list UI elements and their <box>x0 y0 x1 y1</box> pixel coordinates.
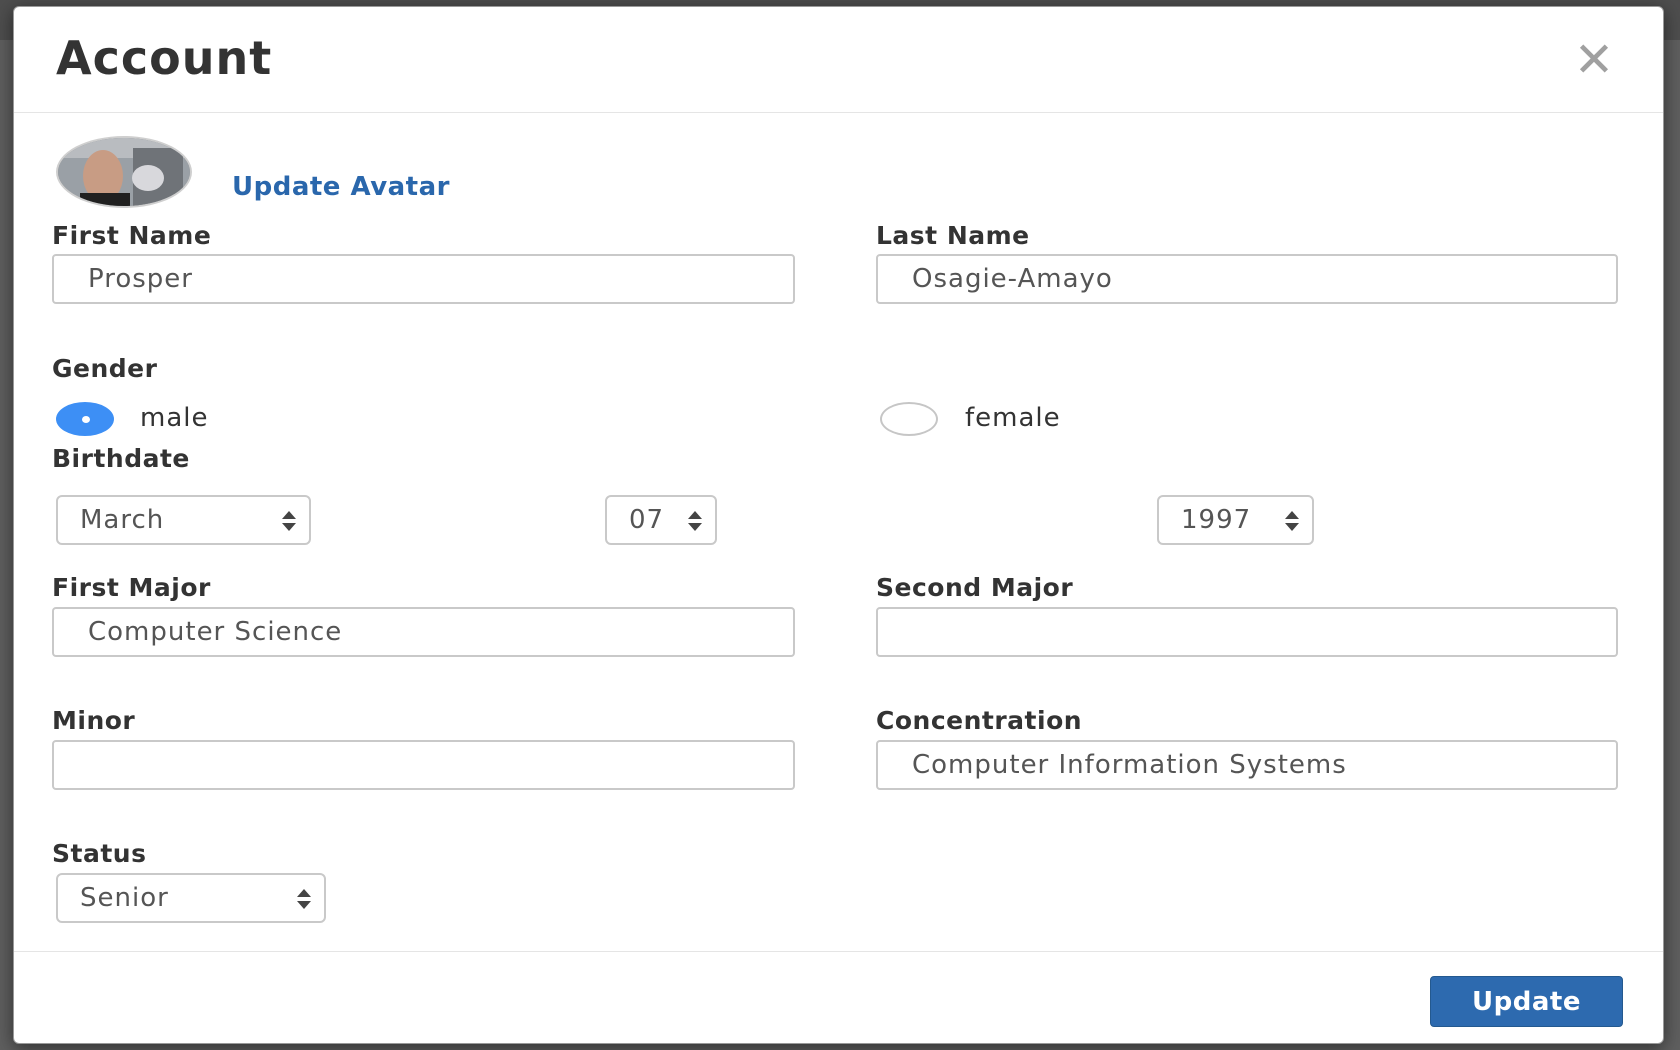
modal-title: Account <box>56 31 273 85</box>
birthdate-day-select[interactable]: 07 <box>605 495 717 545</box>
birthdate-day-value: 07 <box>629 505 665 535</box>
minor-label: Minor <box>52 706 136 735</box>
gender-female-label[interactable]: female <box>965 403 1061 433</box>
concentration-input[interactable]: Computer Information Systems <box>876 740 1618 790</box>
birthdate-year-select[interactable]: 1997 <box>1157 495 1314 545</box>
birthdate-year-value: 1997 <box>1181 505 1252 535</box>
select-arrows-icon <box>688 511 702 531</box>
gender-female-radio[interactable] <box>880 402 938 436</box>
status-select[interactable]: Senior <box>56 873 326 923</box>
gender-male-label[interactable]: male <box>140 403 208 433</box>
first-major-value: Computer Science <box>88 617 343 647</box>
select-arrows-icon <box>282 511 296 531</box>
birthdate-month-value: March <box>80 505 165 535</box>
birthdate-month-select[interactable]: March <box>56 495 311 545</box>
last-name-label: Last Name <box>876 221 1030 250</box>
second-major-label: Second Major <box>876 573 1074 602</box>
last-name-value: Osagie-Amayo <box>912 264 1113 294</box>
close-button[interactable]: ✕ <box>1569 35 1619 85</box>
first-major-label: First Major <box>52 573 211 602</box>
minor-input[interactable] <box>52 740 795 790</box>
avatar-photo-icon <box>58 138 190 206</box>
gender-male-radio[interactable] <box>56 402 114 436</box>
concentration-label: Concentration <box>876 706 1083 735</box>
select-arrows-icon <box>297 889 311 909</box>
first-name-value: Prosper <box>88 264 193 294</box>
status-label: Status <box>52 839 147 868</box>
close-icon: ✕ <box>1573 32 1615 88</box>
modal-header: Account ✕ <box>14 7 1663 113</box>
gender-label: Gender <box>52 354 158 383</box>
account-modal: Account ✕ Update Avatar First Name Prosp… <box>13 6 1664 1044</box>
update-button[interactable]: Update <box>1430 976 1623 1027</box>
first-name-input[interactable]: Prosper <box>52 254 795 304</box>
last-name-input[interactable]: Osagie-Amayo <box>876 254 1618 304</box>
birthdate-label: Birthdate <box>52 444 190 473</box>
first-major-input[interactable]: Computer Science <box>52 607 795 657</box>
status-value: Senior <box>80 883 169 913</box>
avatar <box>56 136 192 208</box>
concentration-value: Computer Information Systems <box>912 750 1347 780</box>
second-major-input[interactable] <box>876 607 1618 657</box>
first-name-label: First Name <box>52 221 212 250</box>
modal-footer: Update <box>14 951 1663 1043</box>
update-avatar-link[interactable]: Update Avatar <box>232 172 450 202</box>
select-arrows-icon <box>1285 511 1299 531</box>
